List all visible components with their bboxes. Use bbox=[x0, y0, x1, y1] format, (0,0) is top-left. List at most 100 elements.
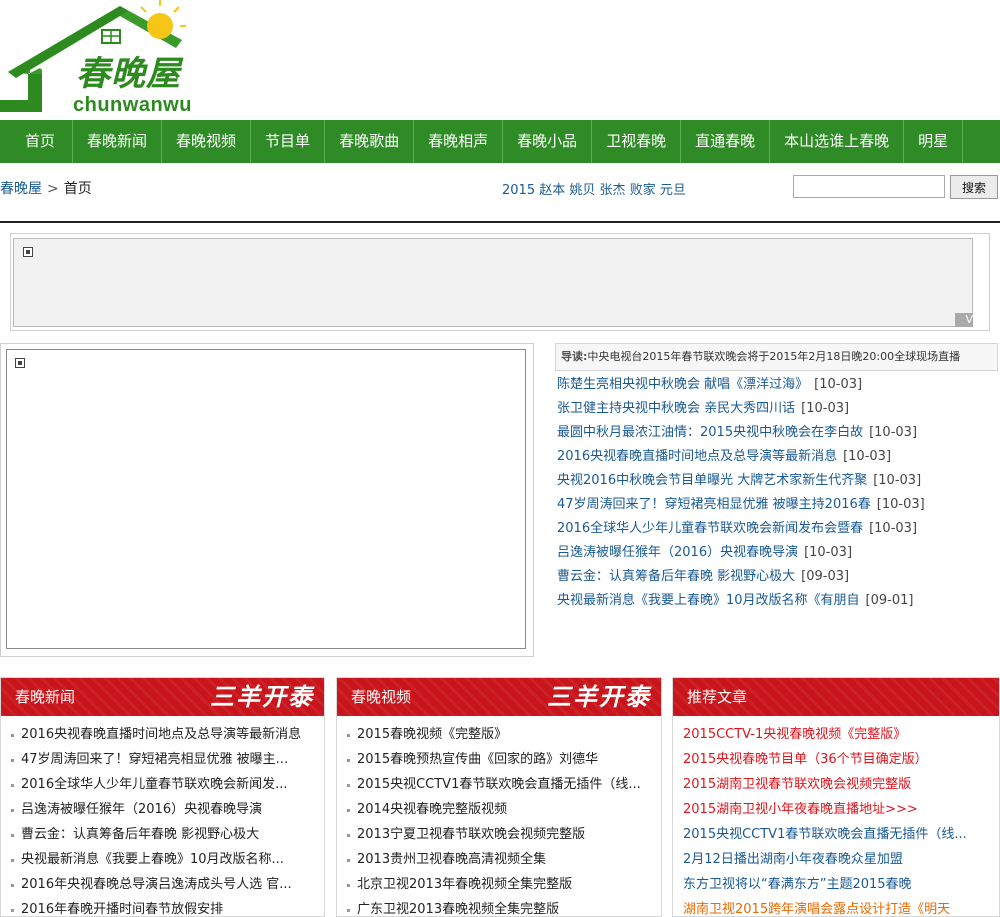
panel-header: 春晚新闻 三羊开泰 bbox=[1, 678, 324, 716]
nav-item-songs[interactable]: 春晚歌曲 bbox=[325, 120, 415, 163]
list-item[interactable]: 2014央视春晚完整版视频 bbox=[337, 797, 661, 822]
panel-decoration: 三羊开泰 bbox=[547, 682, 651, 711]
breadcrumb: 春晚屋 > 首页 bbox=[0, 178, 92, 198]
broken-image-icon bbox=[15, 358, 25, 368]
list-item: 最圆中秋月最浓江油情：2015央视中秋晚会在李白故 [10-03] bbox=[557, 421, 1000, 445]
nav-item-crosstalk[interactable]: 春晚相声 bbox=[414, 120, 504, 163]
list-item[interactable]: 东方卫视将以“春满东方”主题2015春晚 bbox=[673, 872, 999, 897]
list-item[interactable]: 广东卫视2013春晚视频全集完整版 bbox=[337, 897, 661, 916]
nav-item-news[interactable]: 春晚新闻 bbox=[73, 120, 163, 163]
headline-link[interactable]: 2016央视春晚直播时间地点及总导演等最新消息 bbox=[557, 449, 837, 464]
headline-date: [10-03] bbox=[876, 497, 925, 512]
list-item: 陈楚生亮相央视中秋晚会 献唱《漂洋过海》 [10-03] bbox=[557, 373, 1000, 397]
video-panel: 春晚视频 三羊开泰 2015春晚视频《完整版》 2015春晚预热宣传曲《回家的路… bbox=[336, 677, 662, 917]
nav-item-stars[interactable]: 明星 bbox=[904, 120, 964, 163]
list-item[interactable]: 2015央视CCTV1春节联欢晚会直播无插件（线... bbox=[337, 772, 661, 797]
broken-image-icon bbox=[23, 247, 33, 257]
tag-link[interactable]: 元旦 bbox=[660, 183, 686, 198]
nav-item-benshan[interactable]: 本山选谁上春晚 bbox=[770, 120, 905, 163]
tag-link[interactable]: 张杰 bbox=[600, 183, 626, 198]
search-button[interactable]: 搜索 bbox=[950, 175, 998, 199]
lead-text[interactable]: 中央电视台2015年春节联欢晚会将于2015年2月18日晚20:00全球现场直播 bbox=[587, 350, 960, 363]
list-item: 47岁周涛回来了！穿短裙亮相显优雅 被曝主持2016春 [10-03] bbox=[557, 493, 1000, 517]
list-item[interactable]: 2013宁夏卫视春节联欢晚会视频完整版 bbox=[337, 822, 661, 847]
list-item: 央视2016中秋晚会节目单曝光 大牌艺术家新生代齐聚 [10-03] bbox=[557, 469, 1000, 493]
nav-item-satellite[interactable]: 卫视春晚 bbox=[592, 120, 682, 163]
panel-header: 推荐文章 bbox=[673, 678, 999, 716]
list-item: 吕逸涛被曝任猴年（2016）央视春晚导演 [10-03] bbox=[557, 541, 1000, 565]
headline-link[interactable]: 陈楚生亮相央视中秋晚会 献唱《漂洋过海》 bbox=[557, 377, 808, 392]
list-item[interactable]: 2015CCTV-1央视春晚视频《完整版》 bbox=[673, 722, 999, 747]
list-item[interactable]: 曹云金：认真筹备后年春晚 影视野心极大 bbox=[1, 822, 324, 847]
panel-header: 春晚视频 三羊开泰 bbox=[337, 678, 661, 716]
list-item[interactable]: 2016年央视春晚总导演吕逸涛成头号人选 官... bbox=[1, 872, 324, 897]
lead-bar: 导读:中央电视台2015年春节联欢晚会将于2015年2月18日晚20:00全球现… bbox=[555, 343, 998, 371]
headline-link[interactable]: 张卫健主持央视中秋晚会 亲民大秀四川话 bbox=[557, 401, 795, 416]
hot-tags: 2015 赵本 姚贝 张杰 败家 元旦 bbox=[502, 179, 686, 198]
headline-link[interactable]: 央视最新消息《我要上春晚》10月改版名称《有朋自 bbox=[557, 593, 860, 608]
search-input[interactable] bbox=[793, 175, 945, 198]
list-item[interactable]: 2016年春晚开播时间春节放假安排 bbox=[1, 897, 324, 916]
headline-date: [09-03] bbox=[801, 569, 850, 584]
list-item: 张卫健主持央视中秋晚会 亲民大秀四川话 [10-03] bbox=[557, 397, 1000, 421]
breadcrumb-current: 首页 bbox=[63, 181, 92, 197]
headline-link[interactable]: 曹云金：认真筹备后年春晚 影视野心极大 bbox=[557, 569, 795, 584]
banner-ad[interactable] bbox=[13, 238, 973, 327]
list-item[interactable]: 47岁周涛回来了！穿短裙亮相显优雅 被曝主... bbox=[1, 747, 324, 772]
divider bbox=[0, 221, 1000, 223]
ad-corner-badge[interactable]: V bbox=[955, 313, 973, 327]
main-nav: 首页 春晚新闻 春晚视频 节目单 春晚歌曲 春晚相声 春晚小品 卫视春晚 直通春晚 本山选谁上春晚… bbox=[0, 120, 1000, 163]
list-item[interactable]: 2015春晚视频《完整版》 bbox=[337, 722, 661, 747]
headline-date: [10-03] bbox=[873, 473, 922, 488]
nav-item-video[interactable]: 春晚视频 bbox=[162, 120, 252, 163]
headline-date: [10-03] bbox=[869, 521, 918, 536]
tag-link[interactable]: 2015 bbox=[502, 183, 535, 198]
headline-link[interactable]: 2016全球华人少年儿童春节联欢晚会新闻发布会暨春 bbox=[557, 521, 863, 536]
panel-title[interactable]: 春晚视频 bbox=[351, 678, 411, 716]
headline-date: [10-03] bbox=[804, 545, 853, 560]
list-item[interactable]: 2016全球华人少年儿童春节联欢晚会新闻发... bbox=[1, 772, 324, 797]
panel-title: 推荐文章 bbox=[687, 688, 748, 706]
headline-date: [10-03] bbox=[843, 449, 892, 464]
headline-link[interactable]: 最圆中秋月最浓江油情：2015央视中秋晚会在李白故 bbox=[557, 425, 863, 440]
list-item[interactable]: 北京卫视2013年春晚视频全集完整版 bbox=[337, 872, 661, 897]
list-item[interactable]: 2015湖南卫视春节联欢晚会视频完整版 bbox=[673, 772, 999, 797]
headline-date: [10-03] bbox=[869, 425, 918, 440]
list-item: 曹云金：认真筹备后年春晚 影视野心极大 [09-03] bbox=[557, 565, 1000, 589]
nav-item-home[interactable]: 首页 bbox=[0, 120, 74, 163]
nav-item-direct[interactable]: 直通春晚 bbox=[681, 120, 771, 163]
nav-item-program[interactable]: 节目单 bbox=[251, 120, 326, 163]
news-panel: 春晚新闻 三羊开泰 2016央视春晚直播时间地点及总导演等最新消息 47岁周涛回… bbox=[0, 677, 325, 917]
headline-list: 陈楚生亮相央视中秋晚会 献唱《漂洋过海》 [10-03] 张卫健主持央视中秋晚会 … bbox=[557, 373, 1000, 613]
list-item[interactable]: 2015央视CCTV1春节联欢晚会直播无插件（线... bbox=[673, 822, 999, 847]
focus-image[interactable] bbox=[6, 349, 526, 649]
panel-title[interactable]: 春晚新闻 bbox=[15, 678, 75, 716]
logo-text: 春晚屋 bbox=[76, 54, 181, 94]
list-item[interactable]: 2015春晚预热宣传曲《回家的路》刘德华 bbox=[337, 747, 661, 772]
lead-label: 导读: bbox=[561, 350, 588, 363]
list-item[interactable]: 2016央视春晚直播时间地点及总导演等最新消息 bbox=[1, 722, 324, 747]
list-item: 2016央视春晚直播时间地点及总导演等最新消息 [10-03] bbox=[557, 445, 1000, 469]
list-item[interactable]: 央视最新消息《我要上春晚》10月改版名称... bbox=[1, 847, 324, 872]
headline-date: [10-03] bbox=[814, 377, 863, 392]
headline-link[interactable]: 吕逸涛被曝任猴年（2016）央视春晚导演 bbox=[557, 545, 798, 560]
tag-link[interactable]: 赵本 bbox=[539, 183, 565, 198]
list-item[interactable]: 2015湖南卫视小年夜春晚直播地址>>> bbox=[673, 797, 999, 822]
headline-date: [10-03] bbox=[801, 401, 850, 416]
breadcrumb-site[interactable]: 春晚屋 bbox=[0, 181, 42, 197]
list-item[interactable]: 吕逸涛被曝任猴年（2016）央视春晚导演 bbox=[1, 797, 324, 822]
list-item[interactable]: 湖南卫视2015跨年演唱会露点设计打造《明天 bbox=[673, 897, 999, 916]
list-item[interactable]: 2013贵州卫视春晚高清视频全集 bbox=[337, 847, 661, 872]
tag-link[interactable]: 败家 bbox=[630, 183, 656, 198]
nav-item-sketch[interactable]: 春晚小品 bbox=[503, 120, 593, 163]
headline-link[interactable]: 央视2016中秋晚会节目单曝光 大牌艺术家新生代齐聚 bbox=[557, 473, 867, 488]
list-item[interactable]: 2月12日播出湖南小年夜春晚众星加盟 bbox=[673, 847, 999, 872]
tag-link[interactable]: 姚贝 bbox=[569, 183, 595, 198]
site-logo[interactable]: 春晚屋 chunwanwu bbox=[0, 0, 240, 120]
headline-date: [09-01] bbox=[865, 593, 914, 608]
logo-subtext: chunwanwu bbox=[73, 94, 192, 116]
breadcrumb-separator: > bbox=[47, 181, 59, 197]
recommend-panel: 推荐文章 2015CCTV-1央视春晚视频《完整版》 2015央视春晚节目单（3… bbox=[672, 677, 1000, 917]
list-item[interactable]: 2015央视春晚节目单（36个节目确定版） bbox=[673, 747, 999, 772]
headline-link[interactable]: 47岁周涛回来了！穿短裙亮相显优雅 被曝主持2016春 bbox=[557, 497, 871, 512]
